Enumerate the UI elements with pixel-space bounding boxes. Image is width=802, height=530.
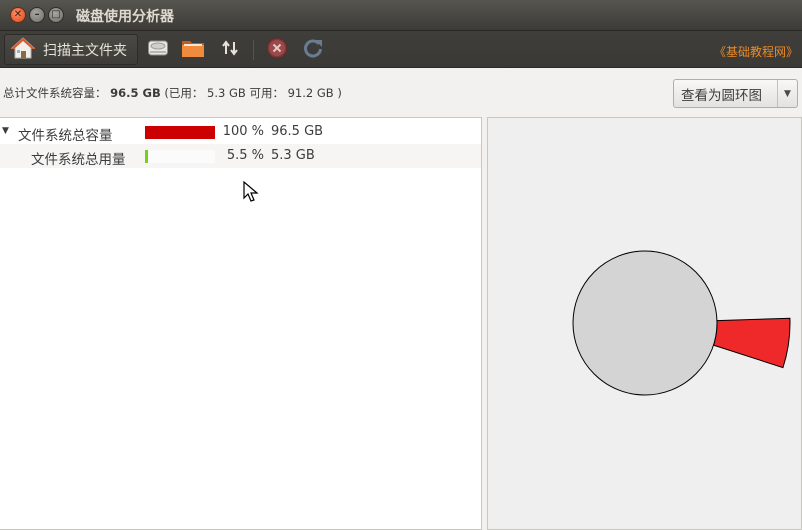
view-button-label: 查看为圆环图 — [681, 87, 762, 104]
usage-bar — [145, 150, 215, 163]
toolbar-separator — [253, 40, 254, 60]
usage-bar-fill — [145, 126, 215, 139]
scan-filesystem-button[interactable] — [146, 38, 170, 62]
row-name: 文件系统总用量 — [31, 152, 126, 168]
sort-arrows-icon — [220, 38, 240, 62]
brand-watermark: 《基础教程网》 — [713, 45, 798, 59]
row-size: 96.5 GB — [271, 124, 324, 139]
usage-bar-fill — [145, 150, 148, 163]
expand-triangle-icon[interactable]: ▼ — [2, 126, 9, 136]
title-bar: ✕ – □ 磁盘使用分析器 — [0, 0, 802, 31]
folder-icon — [181, 37, 205, 63]
ring-chart-panel[interactable] — [487, 117, 802, 530]
usage-bar — [145, 126, 215, 139]
scan-home-button[interactable]: 扫描主文件夹 — [4, 34, 138, 65]
capacity-total: 96.5 GB — [110, 86, 161, 100]
chevron-down-icon[interactable]: ▼ — [777, 80, 797, 107]
stop-button[interactable] — [265, 37, 289, 63]
filesystem-root-circle[interactable] — [572, 250, 718, 396]
tree-row-used[interactable]: 文件系统总用量 5.5 % 5.3 GB — [0, 144, 481, 168]
close-window-button[interactable]: ✕ — [10, 7, 26, 23]
toolbar: 扫描主文件夹 《基础教程网》 — [0, 31, 802, 68]
refresh-icon — [302, 37, 324, 63]
mouse-pointer-icon — [243, 180, 259, 207]
row-percent: 100 % — [222, 124, 264, 139]
drive-icon — [147, 37, 169, 63]
tree-row-total[interactable]: ▼ 文件系统总容量 100 % 96.5 GB — [0, 120, 481, 144]
info-bar: 总计文件系统容量： 96.5 GB (已用： 5.3 GB 可用： 91.2 G… — [0, 69, 802, 117]
window-title: 磁盘使用分析器 — [76, 9, 174, 25]
scan-folder-button[interactable] — [181, 38, 205, 62]
stop-icon — [266, 37, 288, 63]
row-size: 5.3 GB — [271, 148, 315, 163]
ring-chart[interactable] — [488, 118, 802, 530]
capacity-usage: (已用： 5.3 GB 可用： 91.2 GB ) — [164, 86, 342, 100]
capacity-prefix: 总计文件系统容量： — [3, 86, 107, 100]
refresh-button[interactable] — [301, 38, 325, 62]
folder-tree[interactable]: ▼ 文件系统总容量 100 % 96.5 GB 文件系统总用量 5.5 % 5.… — [0, 117, 482, 530]
used-space-segment[interactable] — [712, 317, 791, 369]
scan-remote-button[interactable] — [218, 38, 242, 62]
scan-home-label: 扫描主文件夹 — [43, 42, 127, 59]
row-percent: 5.5 % — [226, 148, 264, 163]
minimize-window-button[interactable]: – — [29, 7, 45, 23]
row-name: 文件系统总容量 — [18, 128, 113, 144]
home-icon — [10, 36, 36, 64]
maximize-window-button[interactable]: □ — [48, 7, 64, 23]
capacity-summary: 总计文件系统容量： 96.5 GB (已用： 5.3 GB 可用： 91.2 G… — [3, 85, 342, 101]
view-as-ring-chart-button[interactable]: 查看为圆环图 ▼ — [673, 79, 798, 108]
